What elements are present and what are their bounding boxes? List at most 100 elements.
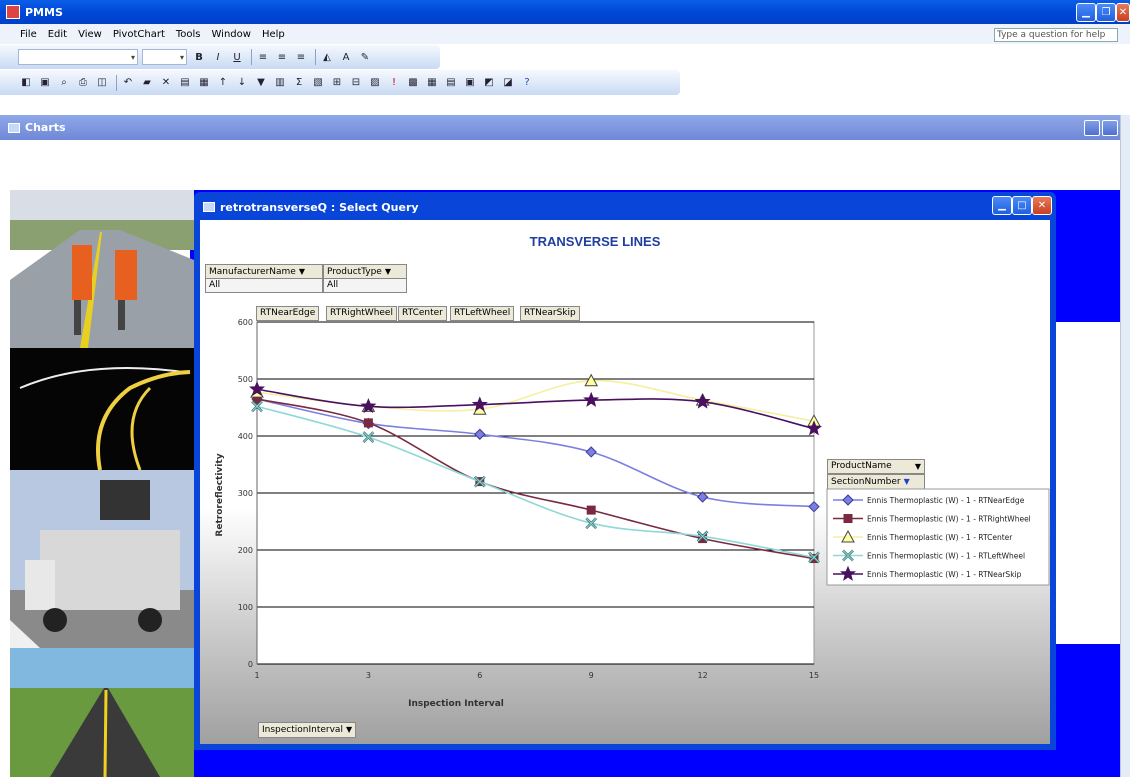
- x-axis-label: Inspection Interval: [408, 699, 504, 709]
- autofilter-icon[interactable]: ▼: [253, 75, 269, 91]
- multiple-plots-icon[interactable]: ▩: [405, 75, 421, 91]
- subtotal-icon[interactable]: ▧: [310, 75, 326, 91]
- rural-road-photo: [10, 648, 194, 777]
- search-icon[interactable]: ⌕: [56, 75, 72, 91]
- legend-label: Ennis Thermoplastic (W) - 1 - RTNearSkip: [867, 570, 1022, 579]
- underline-icon[interactable]: U: [229, 49, 245, 65]
- y-axis-label: Retroreflectivity: [215, 453, 225, 536]
- y-tick-label: 100: [238, 603, 253, 612]
- chart-title: TRANSVERSE LINES: [530, 234, 661, 249]
- query-title-bar: retrotransverseQ : Select Query: [197, 195, 1053, 219]
- minimize-icon[interactable]: ▁: [1076, 3, 1096, 22]
- line-color-icon[interactable]: ✎: [357, 49, 373, 65]
- legend-label: Ennis Thermoplastic (W) - 1 - RTRightWhe…: [867, 515, 1031, 524]
- x-tick-label: 6: [477, 671, 482, 680]
- x-tick-label: 15: [809, 671, 819, 680]
- align-center-icon[interactable]: ≡: [274, 49, 290, 65]
- menu-window[interactable]: Window: [212, 29, 251, 40]
- show-top-icon[interactable]: ▥: [272, 75, 288, 91]
- save-icon[interactable]: ▣: [37, 75, 53, 91]
- pivotchart-area: ManufacturerName ▼ All ProductType ▼ All R…: [200, 220, 1050, 744]
- app-title-bar: PMMS ▁ ❐ ✕: [0, 0, 1130, 24]
- sort-descending-icon[interactable]: ↓: [234, 75, 250, 91]
- category-field-inspectioninterval[interactable]: InspectionInterval ▼: [258, 722, 357, 738]
- select-query-window: retrotransverseQ : Select Query ▁ □ ✕ Ma…: [194, 192, 1056, 750]
- y-tick-label: 0: [248, 660, 253, 669]
- y-tick-label: 500: [238, 375, 253, 384]
- x-tick-label: 1: [254, 671, 259, 680]
- font-size-combo[interactable]: ▾: [142, 49, 187, 65]
- chart-icon[interactable]: ▰: [139, 75, 155, 91]
- by-row-col-icon[interactable]: ▦: [424, 75, 440, 91]
- x-tick-label: 3: [366, 671, 371, 680]
- night-road-photo: [10, 348, 194, 470]
- menu-bar: File Edit View PivotChart Tools Window H…: [0, 24, 1130, 44]
- sort-ascending-icon[interactable]: ↑: [215, 75, 231, 91]
- field-list-icon[interactable]: ▦: [196, 75, 212, 91]
- query-title: retrotransverseQ : Select Query: [220, 200, 419, 214]
- undo-icon[interactable]: ↶: [120, 75, 136, 91]
- refresh-icon[interactable]: !: [386, 75, 402, 91]
- print-icon[interactable]: ⎙: [75, 75, 91, 91]
- delete-icon[interactable]: ✕: [158, 75, 174, 91]
- database-window-icon[interactable]: ◩: [481, 75, 497, 91]
- drill-icon[interactable]: ▨: [367, 75, 383, 91]
- menu-view[interactable]: View: [78, 29, 102, 40]
- app-title: PMMS: [25, 5, 63, 19]
- help-search-input[interactable]: Type a question for help: [994, 28, 1118, 42]
- align-right-icon[interactable]: ≡: [293, 49, 309, 65]
- maximize-icon[interactable]: [1102, 120, 1118, 136]
- menu-tools[interactable]: Tools: [176, 29, 201, 40]
- data-point: [586, 505, 596, 515]
- minimize-icon[interactable]: ▁: [992, 196, 1012, 215]
- menu-pivotchart[interactable]: PivotChart: [113, 29, 165, 40]
- expand-icon[interactable]: ⊞: [329, 75, 345, 91]
- line-chart: TRANSVERSE LINES Inspection Interval Ret…: [215, 234, 1050, 709]
- restore-icon[interactable]: ❐: [1096, 3, 1116, 22]
- view-icon[interactable]: ◧: [18, 75, 34, 91]
- italic-icon[interactable]: I: [210, 49, 226, 65]
- new-object-icon[interactable]: ◪: [500, 75, 516, 91]
- charts-form-title-bar: Charts: [0, 115, 1120, 140]
- help-icon[interactable]: ?: [519, 75, 535, 91]
- form-side-panel: [1056, 322, 1120, 644]
- print-preview-icon[interactable]: ◫: [94, 75, 110, 91]
- charts-form-title: Charts: [25, 121, 66, 134]
- close-icon[interactable]: ✕: [1032, 196, 1052, 215]
- font-color-icon[interactable]: A: [338, 49, 354, 65]
- y-tick-label: 400: [238, 432, 253, 441]
- road-inspection-photo: [10, 190, 194, 348]
- app-icon: [6, 5, 20, 19]
- formatting-toolbar: ▾ ▾ B I U ≡ ≡ ≡ ◭ A ✎: [0, 45, 440, 69]
- minimize-icon[interactable]: [1084, 120, 1100, 136]
- menu-edit[interactable]: Edit: [48, 29, 67, 40]
- dropdown-icon[interactable]: ▼: [346, 725, 352, 734]
- striping-truck-photo: [10, 470, 194, 648]
- legend-icon[interactable]: ▤: [443, 75, 459, 91]
- drop-zones-icon[interactable]: ▣: [462, 75, 478, 91]
- query-icon: [203, 202, 215, 212]
- vertical-scrollbar[interactable]: [1120, 115, 1130, 777]
- fill-color-icon[interactable]: ◭: [319, 49, 335, 65]
- legend-label: Ennis Thermoplastic (W) - 1 - RTLeftWhee…: [867, 552, 1025, 561]
- y-tick-label: 200: [238, 546, 253, 555]
- y-tick-label: 300: [238, 489, 253, 498]
- data-point: [363, 418, 373, 428]
- align-left-icon[interactable]: ≡: [255, 49, 271, 65]
- bold-icon[interactable]: B: [191, 49, 207, 65]
- close-icon[interactable]: ✕: [1116, 3, 1130, 22]
- x-tick-label: 9: [589, 671, 594, 680]
- y-tick-label: 600: [238, 318, 253, 327]
- menu-help[interactable]: Help: [262, 29, 285, 40]
- collapse-icon[interactable]: ⊟: [348, 75, 364, 91]
- menu-file[interactable]: File: [20, 29, 37, 40]
- font-name-combo[interactable]: ▾: [18, 49, 138, 65]
- x-tick-label: 12: [698, 671, 708, 680]
- properties-icon[interactable]: ▤: [177, 75, 193, 91]
- maximize-icon[interactable]: □: [1012, 196, 1032, 215]
- autocalc-icon[interactable]: Σ: [291, 75, 307, 91]
- legend-label: Ennis Thermoplastic (W) - 1 - RTNearEdge: [867, 496, 1025, 505]
- legend-marker: [843, 514, 853, 523]
- legend-label: Ennis Thermoplastic (W) - 1 - RTCenter: [867, 533, 1013, 542]
- pivotchart-toolbar: ◧ ▣ ⌕ ⎙ ◫ ↶ ▰ ✕ ▤ ▦ ↑ ↓ ▼ ▥ Σ ▧ ⊞ ⊟ ▨ ! …: [0, 70, 680, 95]
